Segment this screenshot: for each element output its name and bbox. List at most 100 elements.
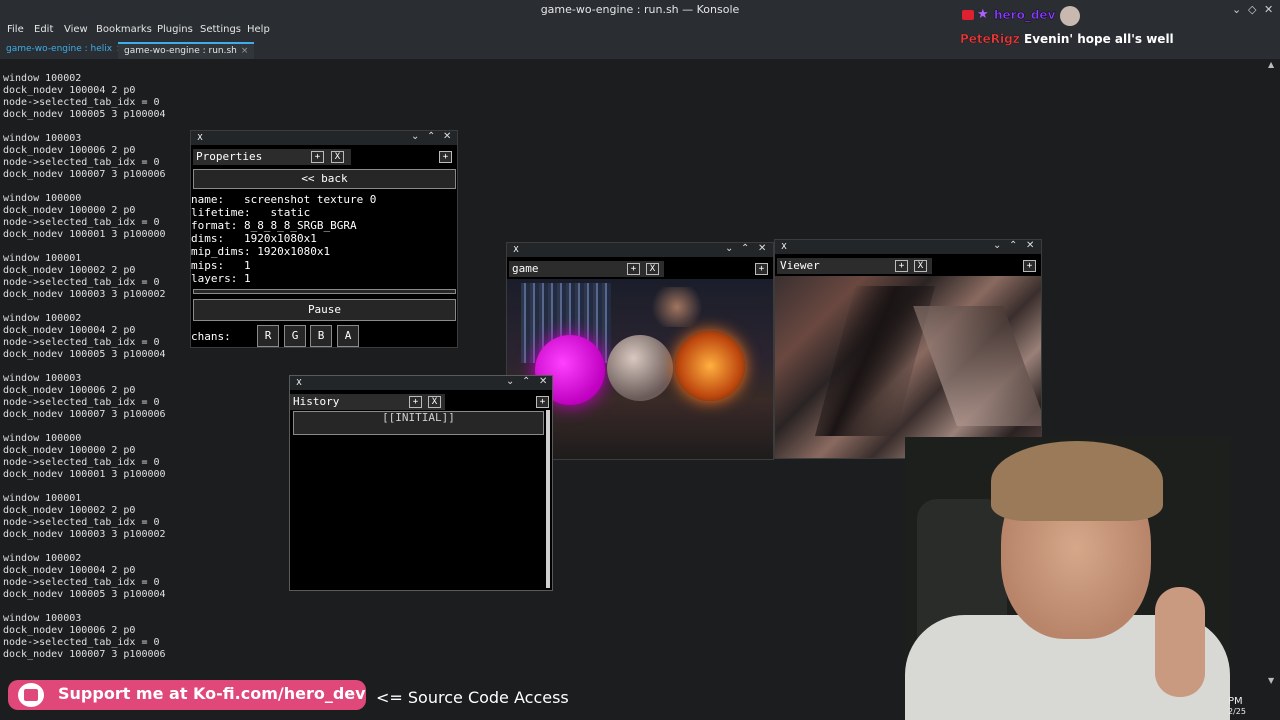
dock-add-button[interactable]: + — [536, 396, 549, 408]
maximize-icon[interactable]: ⌃ — [522, 376, 530, 387]
log-line: window 100003 — [3, 613, 82, 624]
log-line: dock_nodev 100000 2 p0 — [3, 205, 136, 216]
tab-helix[interactable]: game-wo-engine : helix× — [0, 42, 130, 59]
x11-logo-icon: X — [296, 378, 302, 387]
clock-time: PM — [1228, 696, 1243, 707]
tab-add-button[interactable]: + — [627, 263, 640, 275]
close-icon[interactable]: ✕ — [539, 376, 547, 387]
prop-row-layers: layers: 1 — [191, 272, 251, 285]
tab-close-button[interactable]: X — [914, 260, 927, 272]
log-line: dock_nodev 100003 3 p100002 — [3, 529, 166, 540]
channel-r-button[interactable]: R — [257, 325, 279, 347]
log-line: dock_nodev 100002 2 p0 — [3, 505, 136, 516]
log-line: dock_nodev 100005 3 p100004 — [3, 109, 166, 120]
history-scrollbar[interactable] — [546, 410, 550, 588]
dock-add-button[interactable]: + — [439, 151, 452, 163]
dock-add-button[interactable]: + — [1023, 260, 1036, 272]
minimize-icon[interactable]: ⌄ — [411, 131, 419, 142]
maximize-icon[interactable]: ⌃ — [427, 131, 435, 142]
tab-add-button[interactable]: + — [311, 151, 324, 163]
log-line: window 100001 — [3, 253, 82, 264]
light-glow — [647, 287, 707, 327]
close-icon[interactable]: ✕ — [758, 243, 766, 254]
minimize-icon[interactable]: ⌄ — [725, 243, 733, 254]
tab-run-sh[interactable]: game-wo-engine : run.sh × — [118, 42, 255, 59]
log-line: node->selected_tab_idx = 0 — [3, 277, 160, 288]
log-line: dock_nodev 100002 2 p0 — [3, 265, 136, 276]
menu-view[interactable]: View — [64, 24, 88, 35]
tab-properties[interactable]: Properties — [193, 149, 351, 165]
x11-titlebar[interactable]: X ⌄ ⌃ ✕ — [507, 243, 773, 257]
menu-edit[interactable]: Edit — [34, 24, 53, 35]
properties-window: X ⌄ ⌃ ✕ Properties + X + << back name: s… — [190, 130, 458, 348]
scroll-up-icon[interactable]: ▲ — [1268, 60, 1274, 69]
tab-add-button[interactable]: + — [409, 396, 422, 408]
menu-settings[interactable]: Settings — [200, 24, 241, 35]
log-line: node->selected_tab_idx = 0 — [3, 517, 160, 528]
log-line: window 100000 — [3, 433, 82, 444]
log-line: node->selected_tab_idx = 0 — [3, 97, 160, 108]
log-line: node->selected_tab_idx = 0 — [3, 637, 160, 648]
tab-close-button[interactable]: X — [428, 396, 441, 408]
tab-helix-label: game-wo-engine : helix — [6, 44, 113, 54]
log-line: window 100001 — [3, 493, 82, 504]
maximize-icon[interactable]: ◇ — [1248, 3, 1256, 16]
channel-b-button[interactable]: B — [310, 325, 332, 347]
chat-message: Evenin' hope all's well — [1024, 32, 1174, 46]
x11-titlebar[interactable]: X ⌄ ⌃ ✕ — [775, 240, 1041, 254]
terminal-scrollbar[interactable]: ▲ ▼ — [1268, 60, 1276, 688]
log-line: dock_nodev 100005 3 p100004 — [3, 349, 166, 360]
pause-button[interactable]: Pause — [193, 299, 456, 321]
tab-game[interactable]: game — [509, 261, 664, 277]
log-line: node->selected_tab_idx = 0 — [3, 217, 160, 228]
prop-row-dims: dims: 1920x1080x1 — [191, 232, 317, 245]
channel-g-button[interactable]: G — [284, 325, 306, 347]
dock-add-button[interactable]: + — [755, 263, 768, 275]
menu-bookmarks[interactable]: Bookmarks — [96, 24, 152, 35]
menu-file[interactable]: File — [7, 24, 24, 35]
viewer-viewport[interactable] — [775, 276, 1041, 458]
menu-help[interactable]: Help — [247, 24, 270, 35]
tab-close-button[interactable]: X — [646, 263, 659, 275]
scroll-down-icon[interactable]: ▼ — [1268, 676, 1274, 685]
tab-game-label: game — [512, 262, 539, 275]
minimize-icon[interactable]: ⌄ — [1232, 3, 1241, 16]
back-button[interactable]: << back — [193, 169, 456, 189]
log-line: dock_nodev 100007 3 p100006 — [3, 409, 166, 420]
tab-close-icon[interactable]: × — [241, 46, 249, 56]
log-line: window 100000 — [3, 193, 82, 204]
minimize-icon[interactable]: ⌄ — [993, 240, 1001, 251]
close-icon[interactable]: ✕ — [443, 131, 451, 142]
tab-add-button[interactable]: + — [895, 260, 908, 272]
x11-titlebar[interactable]: X ⌄ ⌃ ✕ — [191, 131, 457, 145]
prop-row-mip-dims: mip_dims: 1920x1080x1 — [191, 245, 331, 258]
tab-viewer[interactable]: Viewer — [777, 258, 932, 274]
minimize-icon[interactable]: ⌄ — [506, 376, 514, 387]
close-icon[interactable]: ✕ — [1264, 3, 1273, 16]
maximize-icon[interactable]: ⌃ — [741, 243, 749, 254]
tab-run-sh-label: game-wo-engine : run.sh — [124, 46, 237, 56]
prop-row-name: name: screenshot texture 0 — [191, 193, 377, 206]
lava-sphere — [675, 331, 745, 401]
log-line: dock_nodev 100004 2 p0 — [3, 565, 136, 576]
scroll-bar[interactable] — [193, 289, 456, 294]
tab-close-button[interactable]: X — [331, 151, 344, 163]
clock: PM 2/25 — [1228, 696, 1246, 716]
camera-icon — [962, 10, 974, 20]
x11-titlebar[interactable]: X ⌄ ⌃ ✕ — [290, 376, 552, 390]
log-block: window 100002 dock_nodev 100004 2 p0 node-… — [3, 313, 166, 361]
log-line: window 100003 — [3, 373, 82, 384]
close-icon[interactable]: ✕ — [1026, 240, 1034, 251]
maximize-icon[interactable]: ⌃ — [1009, 240, 1017, 251]
channel-a-button[interactable]: A — [337, 325, 359, 347]
log-line: node->selected_tab_idx = 0 — [3, 337, 160, 348]
log-block: window 100001 dock_nodev 100002 2 p0 node-… — [3, 253, 166, 301]
log-line: dock_nodev 100003 3 p100002 — [3, 289, 166, 300]
history-entry-initial[interactable]: [[INITIAL]] — [293, 411, 544, 435]
viewer-window: X ⌄ ⌃ ✕ Viewer + X + — [774, 239, 1042, 459]
log-line: window 100002 — [3, 553, 82, 564]
tab-properties-label: Properties — [196, 150, 263, 163]
metal-sphere — [607, 335, 673, 401]
menu-plugins[interactable]: Plugins — [157, 24, 193, 35]
log-line: dock_nodev 100001 3 p100000 — [3, 229, 166, 240]
